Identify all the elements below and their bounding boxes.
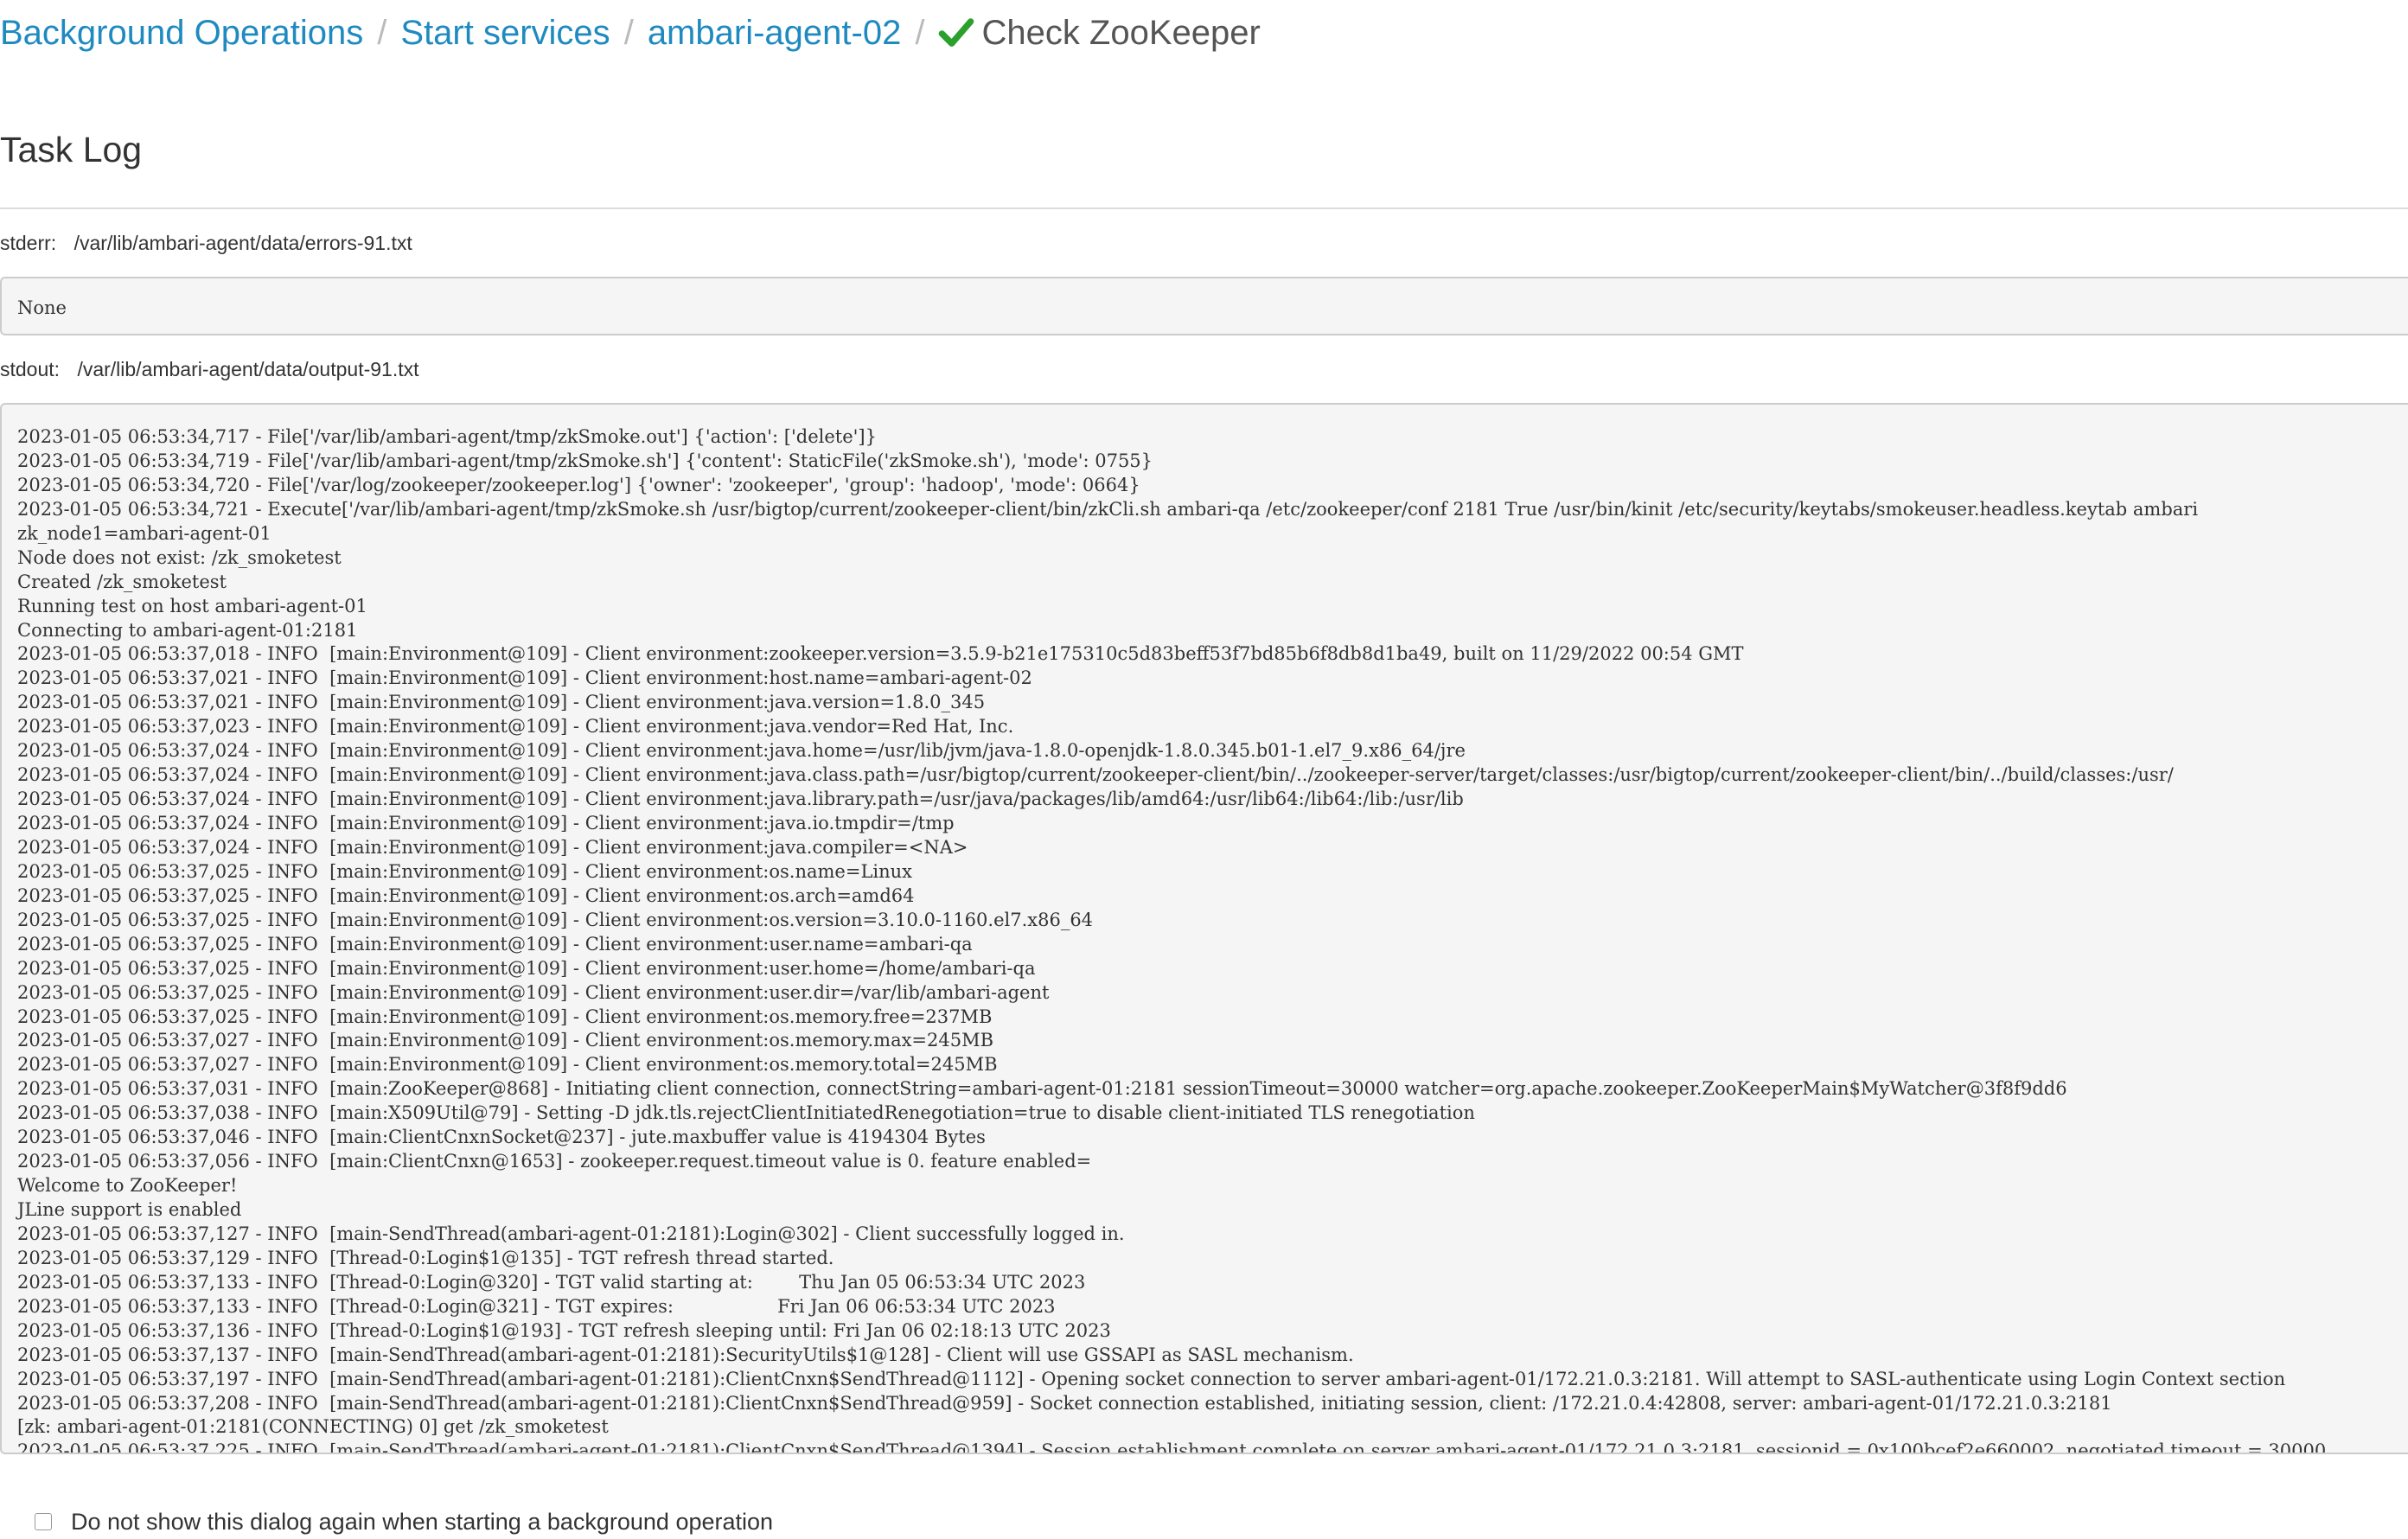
log-line: 2023-01-05 06:53:37,031 - INFO [main:Zoo… (17, 1078, 2067, 1100)
stderr-header: stderr: /var/lib/ambari-agent/data/error… (0, 232, 412, 255)
log-line: 2023-01-05 06:53:37,025 - INFO [main:Env… (17, 981, 1050, 1003)
log-line: Connecting to ambari-agent-01:2181 (17, 619, 358, 641)
log-line: 2023-01-05 06:53:37,021 - INFO [main:Env… (17, 667, 1032, 689)
log-line: 2023-01-05 06:53:37,025 - INFO [main:Env… (17, 957, 1036, 979)
breadcrumb: Background Operations / Start services /… (0, 9, 1261, 57)
log-line: 2023-01-05 06:53:37,027 - INFO [main:Env… (17, 1054, 998, 1076)
breadcrumb-current-task: Check ZooKeeper (938, 9, 1261, 57)
log-line: 2023-01-05 06:53:37,046 - INFO [main:Cli… (17, 1127, 986, 1148)
log-line: Created /zk_smoketest (17, 571, 227, 592)
log-line: 2023-01-05 06:53:37,133 - INFO [Thread-0… (17, 1271, 1086, 1293)
log-line: Node does not exist: /zk_smoketest (17, 546, 342, 568)
log-line: 2023-01-05 06:53:37,025 - INFO [main:Env… (17, 884, 915, 906)
do-not-show-label[interactable]: Do not show this dialog again when start… (71, 1509, 773, 1536)
stderr-output: None (0, 277, 2408, 335)
task-log-title: Task Log (0, 130, 143, 169)
log-line: 2023-01-05 06:53:37,129 - INFO [Thread-0… (17, 1247, 834, 1268)
log-line: 2023-01-05 06:53:37,025 - INFO [main:Env… (17, 1006, 993, 1027)
breadcrumb-separator: / (623, 14, 634, 52)
log-line: 2023-01-05 06:53:37,024 - INFO [main:Env… (17, 813, 955, 833)
do-not-show-checkbox[interactable] (35, 1513, 52, 1530)
log-line: 2023-01-05 06:53:34,721 - Execute['/var/… (17, 498, 2199, 520)
check-icon (939, 18, 974, 47)
breadcrumb-start-services[interactable]: Start services (400, 9, 610, 57)
breadcrumb-host[interactable]: ambari-agent-02 (648, 9, 902, 57)
log-line: 2023-01-05 06:53:37,021 - INFO [main:Env… (17, 692, 986, 713)
breadcrumb-separator: / (915, 14, 925, 52)
log-line: 2023-01-05 06:53:37,018 - INFO [main:Env… (17, 643, 1744, 665)
log-line: Welcome to ZooKeeper! (17, 1175, 238, 1197)
stdout-header: stdout: /var/lib/ambari-agent/data/outpu… (0, 358, 419, 381)
stderr-content: None (17, 297, 67, 318)
log-line: 2023-01-05 06:53:34,719 - File['/var/lib… (17, 450, 1153, 471)
log-line: 2023-01-05 06:53:37,023 - INFO [main:Env… (17, 716, 1014, 738)
divider (0, 208, 2408, 209)
stderr-label: stderr: (0, 232, 57, 254)
log-line: 2023-01-05 06:53:37,025 - INFO [main:Env… (17, 860, 913, 882)
log-line: 2023-01-05 06:53:37,136 - INFO [Thread-0… (17, 1319, 1111, 1341)
log-line: 2023-01-05 06:53:37,024 - INFO [main:Env… (17, 836, 968, 858)
log-line: 2023-01-05 06:53:37,056 - INFO [main:Cli… (17, 1151, 1092, 1172)
log-line: 2023-01-05 06:53:37,027 - INFO [main:Env… (17, 1030, 994, 1051)
current-task-label: Check ZooKeeper (981, 14, 1261, 52)
stdout-path-link[interactable]: /var/lib/ambari-agent/data/output-91.txt (77, 358, 418, 380)
stdout-label: stdout: (0, 358, 61, 380)
log-line: 2023-01-05 06:53:37,025 - INFO [main:Env… (17, 933, 973, 955)
log-line: 2023-01-05 06:53:37,038 - INFO [main:X50… (17, 1102, 1475, 1124)
stdout-output[interactable]: 2023-01-05 06:53:34,717 - File['/var/lib… (0, 403, 2408, 1454)
log-line: 2023-01-05 06:53:37,133 - INFO [Thread-0… (17, 1295, 1056, 1317)
log-line: 2023-01-05 06:53:37,208 - INFO [main-Sen… (17, 1392, 2112, 1414)
log-line: [zk: ambari-agent-01:2181(CONNECTING) 0]… (17, 1416, 609, 1438)
breadcrumb-separator: / (377, 14, 387, 52)
stdout-lines: 2023-01-05 06:53:34,717 - File['/var/lib… (17, 425, 2408, 1454)
log-line: 2023-01-05 06:53:37,025 - INFO [main:Env… (17, 909, 1094, 930)
log-line: zk_node1=ambari-agent-01 (17, 522, 271, 544)
log-line: 2023-01-05 06:53:34,717 - File['/var/lib… (17, 426, 877, 447)
log-line: 2023-01-05 06:53:37,024 - INFO [main:Env… (17, 740, 1466, 762)
log-line: 2023-01-05 06:53:37,197 - INFO [main-Sen… (17, 1368, 2286, 1389)
log-line: 2023-01-05 06:53:37,137 - INFO [main-Sen… (17, 1344, 1354, 1365)
log-line: 2023-01-05 06:53:37,024 - INFO [main:Env… (17, 789, 1464, 810)
dialog-preference: Do not show this dialog again when start… (35, 1504, 773, 1539)
log-line: 2023-01-05 06:53:37,024 - INFO [main:Env… (17, 764, 2174, 786)
log-line: 2023-01-05 06:53:37,127 - INFO [main-Sen… (17, 1223, 1125, 1244)
log-line: 2023-01-05 06:53:34,720 - File['/var/log… (17, 474, 1140, 495)
stderr-path-link[interactable]: /var/lib/ambari-agent/data/errors-91.txt (74, 232, 412, 254)
breadcrumb-background-operations[interactable]: Background Operations (0, 9, 363, 57)
log-line: 2023-01-05 06:53:37,225 - INFO [main-Sen… (17, 1440, 2327, 1454)
log-line: Running test on host ambari-agent-01 (17, 595, 367, 616)
log-line: JLine support is enabled (17, 1199, 242, 1220)
